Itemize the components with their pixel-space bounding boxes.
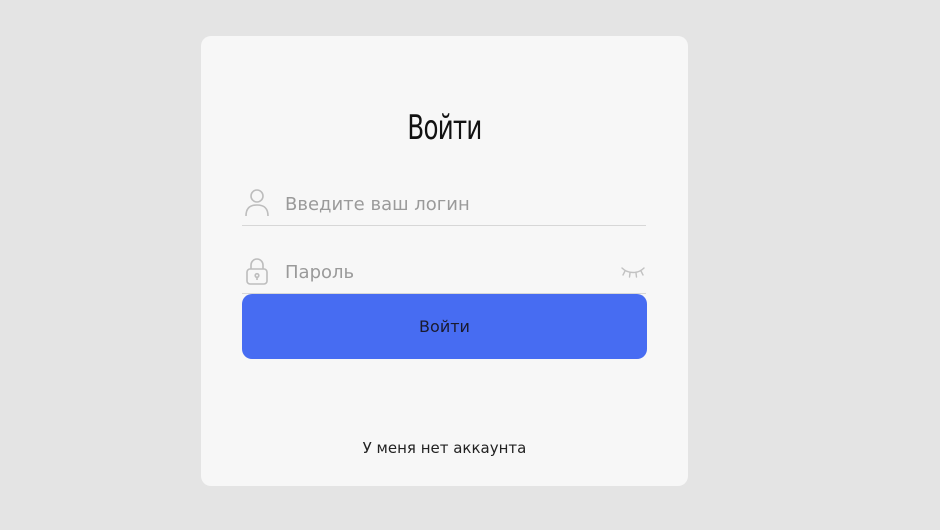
- login-field[interactable]: [242, 185, 646, 226]
- no-account-link[interactable]: У меня нет аккаунта: [201, 439, 688, 457]
- password-input[interactable]: [285, 253, 605, 291]
- login-card: Войти Введите ваш логин Войти У меня нет…: [201, 36, 688, 486]
- password-field[interactable]: [242, 253, 646, 294]
- lock-icon: [244, 256, 270, 286]
- page-title: Войти: [407, 108, 482, 148]
- user-icon: [244, 188, 270, 218]
- eye-closed-icon[interactable]: [620, 264, 646, 280]
- login-button[interactable]: Войти: [242, 294, 647, 359]
- login-input[interactable]: [285, 185, 605, 223]
